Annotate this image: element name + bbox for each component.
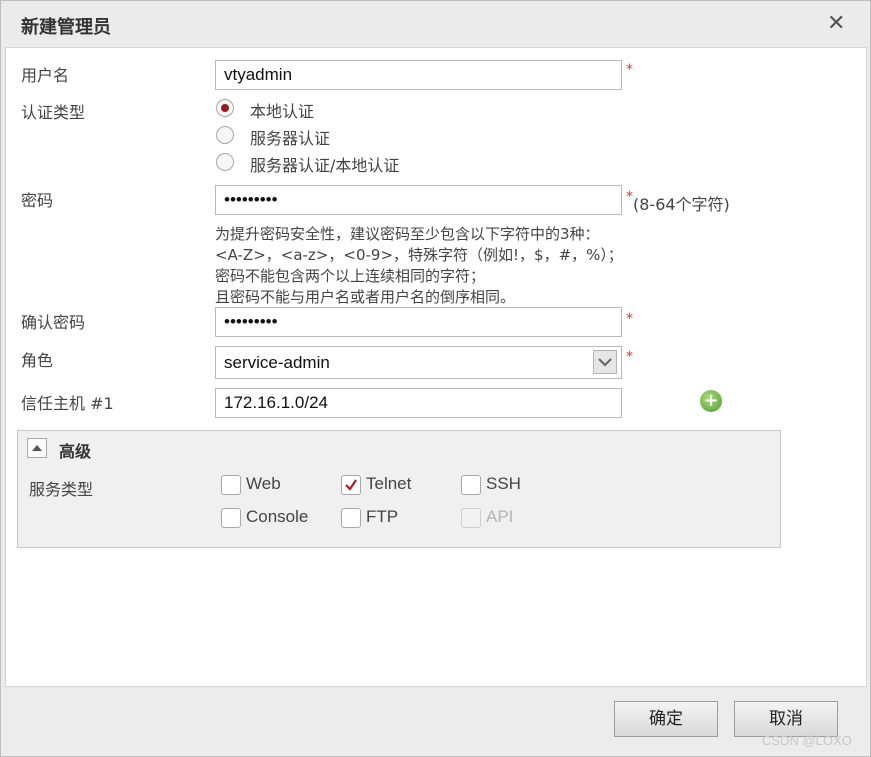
ok-button[interactable]: 确定	[614, 701, 718, 737]
radio-button[interactable]	[216, 153, 234, 171]
dialog-titlebar: 新建管理员 ✕	[1, 1, 870, 45]
radio-label: 服务器认证/本地认证	[250, 156, 400, 175]
dialog-content: 用户名 vtyadmin * 认证类型 本地认证 服务器认证 服务器认证/本地认…	[5, 47, 867, 687]
role-label: 角色	[21, 351, 54, 370]
radio-button[interactable]	[216, 126, 234, 144]
checkbox-console[interactable]	[221, 508, 241, 528]
checkbox-api	[461, 508, 481, 528]
confirm-password-label: 确认密码	[21, 313, 86, 332]
advanced-section: 高级 服务类型 Web Telnet SSH Console FTP API	[17, 430, 781, 548]
chevron-down-icon[interactable]	[593, 350, 617, 374]
trusted-host-label: 信任主机 #1	[21, 394, 114, 413]
password-hint-line: 且密码不能与用户名或者用户名的倒序相同。	[215, 288, 516, 306]
radio-label: 服务器认证	[250, 129, 331, 148]
confirm-password-input[interactable]: •••••••••	[215, 307, 622, 337]
watermark: CSDN @LOXO	[762, 733, 852, 748]
password-label: 密码	[21, 191, 54, 210]
checkbox-ssh[interactable]	[461, 475, 481, 495]
username-label: 用户名	[21, 66, 70, 85]
role-select[interactable]: service-admin	[215, 346, 622, 379]
role-required-mark: *	[626, 349, 633, 365]
password-length-hint: (8-64个字符)	[633, 195, 730, 214]
cancel-button[interactable]: 取消	[734, 701, 838, 737]
checkbox-console-label: Console	[246, 507, 309, 526]
service-type-label: 服务类型	[29, 480, 94, 499]
password-hint-line: 密码不能包含两个以上连续相同的字符；	[215, 267, 486, 285]
password-hint-line: 为提升密码安全性，建议密码至少包含以下字符中的3种：	[215, 225, 600, 243]
advanced-title: 高级	[59, 442, 92, 461]
checkbox-ftp[interactable]	[341, 508, 361, 528]
checkbox-ssh-label: SSH	[486, 474, 521, 493]
checkbox-api-label: API	[486, 507, 514, 526]
checkbox-telnet[interactable]	[341, 475, 361, 495]
plus-icon[interactable]: +	[700, 390, 722, 412]
password-input[interactable]: •••••••••	[215, 185, 622, 215]
password-required-mark: *	[626, 189, 633, 205]
dialog-title: 新建管理员	[21, 17, 111, 38]
close-icon[interactable]: ✕	[827, 11, 845, 36]
radio-selected-dot	[221, 104, 229, 112]
password-hint-line: <A-Z>，<a-z>，<0-9>，特殊字符（例如!，$，#，%）；	[215, 246, 623, 264]
checkbox-telnet-label: Telnet	[366, 474, 412, 493]
username-required-mark: *	[626, 62, 633, 78]
check-icon	[345, 479, 357, 491]
collapse-up-icon[interactable]	[27, 438, 47, 458]
new-admin-dialog: 新建管理员 ✕ 用户名 vtyadmin * 认证类型 本地认证 服务器认证 服…	[0, 0, 871, 757]
checkbox-ftp-label: FTP	[366, 507, 399, 526]
checkbox-web-label: Web	[246, 474, 281, 493]
checkbox-web[interactable]	[221, 475, 241, 495]
confirm-password-required-mark: *	[626, 311, 633, 327]
radio-label: 本地认证	[250, 102, 315, 121]
username-input[interactable]: vtyadmin	[215, 60, 622, 90]
radio-button[interactable]	[216, 99, 234, 117]
trusted-host-input[interactable]: 172.16.1.0/24	[215, 388, 622, 418]
auth-type-label: 认证类型	[21, 103, 86, 122]
